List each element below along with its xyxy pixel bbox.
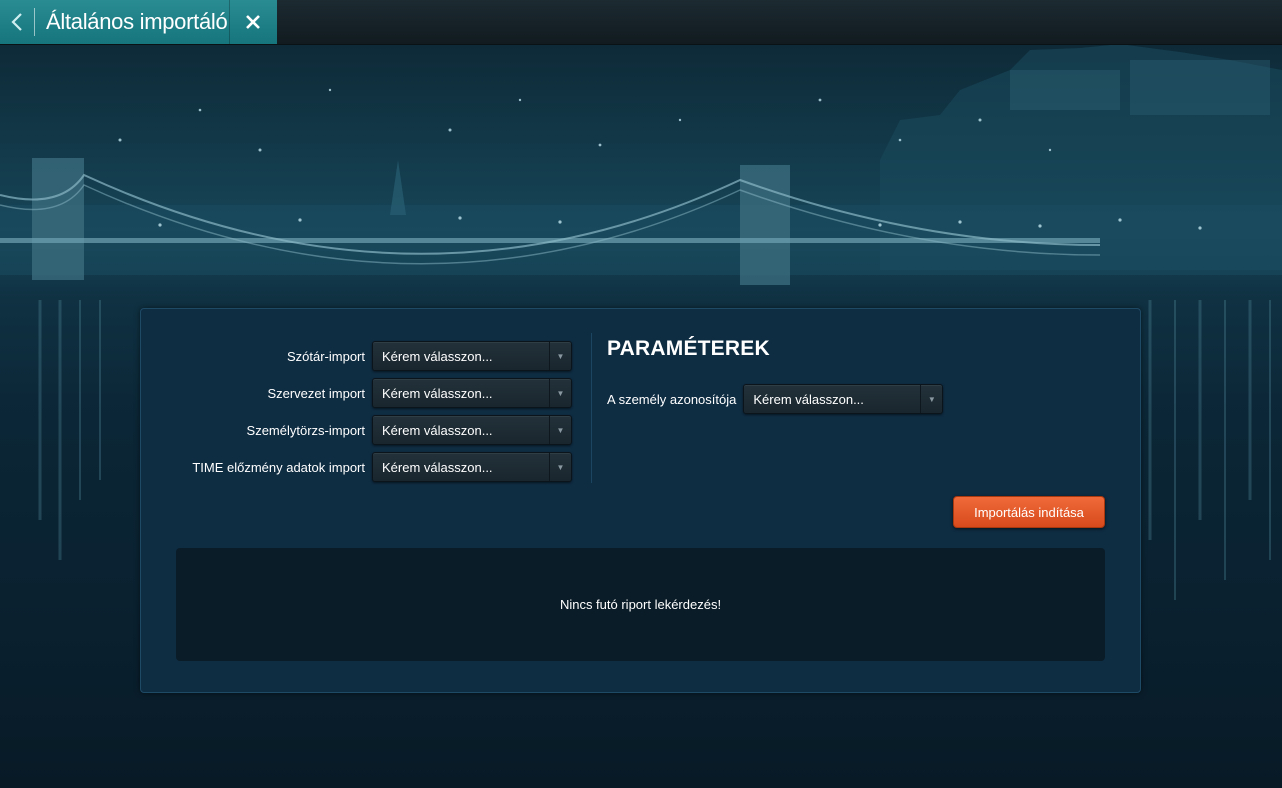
window-title: Általános importáló [46,9,228,34]
select-value: Kérem válasszon... [382,459,493,475]
param-row-person-id: A személy azonosítója Kérem válasszon...… [607,384,944,414]
close-icon [246,15,260,29]
top-bar: Általános importáló [0,0,1282,45]
dropdown-arrow-icon: ▼ [549,342,571,370]
import-row-szotar: Szótár-import Kérem válasszon... ▼ [141,341,572,371]
back-button[interactable] [0,0,34,44]
dropdown-arrow-icon: ▼ [920,385,942,413]
szotar-import-select[interactable]: Kérem válasszon... ▼ [372,341,572,371]
import-label: Szervezet import [267,385,365,401]
param-label: A személy azonosítója [607,391,737,407]
import-row-szervezet: Szervezet import Kérem válasszon... ▼ [141,378,572,408]
import-row-time: TIME előzmény adatok import Kérem válass… [141,452,572,482]
person-id-select[interactable]: Kérem válasszon... ▼ [743,384,944,414]
time-import-select[interactable]: Kérem válasszon... ▼ [372,452,572,482]
dropdown-arrow-icon: ▼ [549,416,571,444]
dropdown-arrow-icon: ▼ [549,453,571,481]
import-panel: Szótár-import Kérem válasszon... ▼ Szerv… [140,308,1141,693]
params-title: PARAMÉTEREK [607,337,770,360]
close-button[interactable] [229,0,276,44]
select-value: Kérem válasszon... [382,348,493,364]
szervezet-import-select[interactable]: Kérem válasszon... ▼ [372,378,572,408]
import-label: Szótár-import [286,348,365,364]
import-row-szemelytorzs: Személytörzs-import Kérem válasszon... ▼ [141,415,572,445]
select-value: Kérem válasszon... [382,385,493,401]
start-import-button[interactable]: Importálás indítása [953,496,1105,528]
import-label: TIME előzmény adatok import [192,459,365,475]
dropdown-arrow-icon: ▼ [549,379,571,407]
status-box: Nincs futó riport lekérdezés! [176,548,1105,661]
window-tab: Általános importáló [0,0,277,44]
status-message: Nincs futó riport lekérdezés! [559,597,722,612]
chevron-left-icon [11,13,22,31]
import-label: Személytörzs-import [246,422,365,438]
column-divider [591,333,592,483]
szemelytorzs-import-select[interactable]: Kérem válasszon... ▼ [372,415,572,445]
select-value: Kérem válasszon... [382,422,493,438]
select-value: Kérem válasszon... [753,391,864,407]
